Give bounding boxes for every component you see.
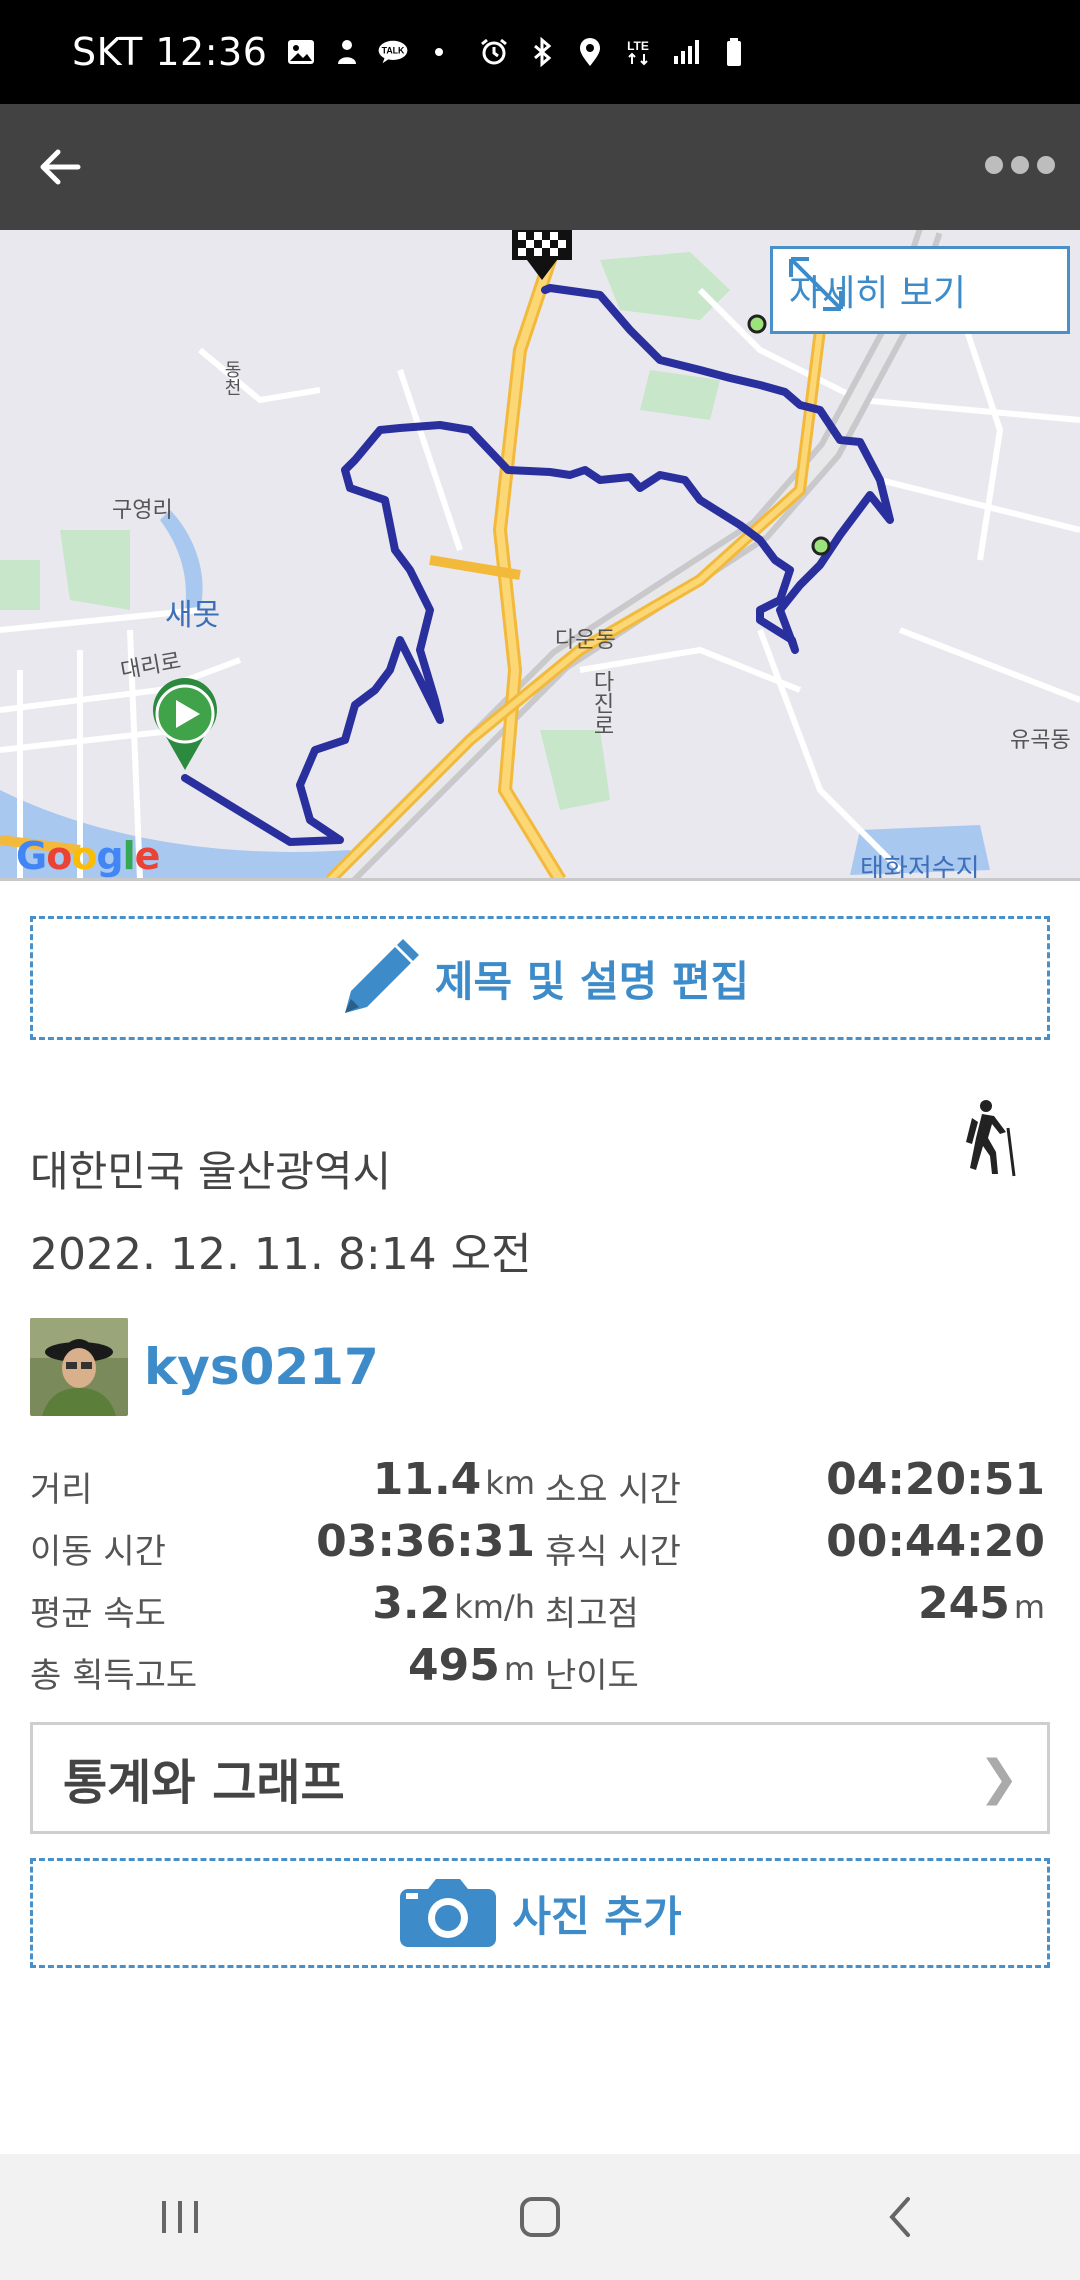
stat-rest-time-label: 휴식 시간 — [545, 1532, 681, 1572]
stat-distance-label: 거리 — [30, 1470, 93, 1510]
edit-title-description-button[interactable]: 제목 및 설명 편집 — [30, 916, 1050, 1040]
stat-total-ascent-value: 495 m — [408, 1640, 535, 1691]
status-right-icons: LTE — [478, 36, 750, 68]
camera-icon — [400, 1879, 497, 1947]
system-navigation-bar — [0, 2154, 1080, 2280]
map-label-road-vertical: 동천 — [221, 360, 242, 396]
nav-back-button[interactable] — [820, 2154, 980, 2280]
stat-total-time-label: 소요 시간 — [545, 1470, 681, 1510]
recent-apps-button[interactable] — [100, 2154, 260, 2280]
stat-avg-speed-label: 평균 속도 — [30, 1594, 166, 1634]
view-detail-button[interactable]: 자세히 보기 — [770, 246, 1070, 334]
stat-rest-time-value: 00:44:20 — [826, 1516, 1045, 1567]
more-options-button[interactable] — [960, 104, 1080, 230]
map-label-taehwa: 태화저수지 — [860, 854, 980, 880]
stat-avg-speed-value: 3.2 km/h — [372, 1578, 535, 1629]
stat-moving-time-value: 03:36:31 — [316, 1516, 535, 1567]
finish-marker — [512, 230, 572, 280]
stat-avg-speed-unit: km/h — [454, 1588, 535, 1626]
activity-datetime: 2022. 12. 11. 8:14 오전 — [30, 1229, 532, 1280]
stat-moving-time-label: 이동 시간 — [30, 1532, 166, 1572]
stat-avg-speed-number: 3.2 — [372, 1578, 451, 1629]
stat-max-altitude-unit: m — [1013, 1588, 1045, 1626]
stat-difficulty-label: 난이도 — [545, 1656, 639, 1696]
hiking-icon — [958, 1098, 1018, 1182]
status-bar: SKT 12:36 TALK LTE — [0, 0, 1080, 104]
nav-back-icon — [889, 2197, 910, 2237]
status-carrier-time: SKT 12:36 — [72, 30, 268, 74]
home-icon — [520, 2197, 560, 2237]
username[interactable]: kys0217 — [144, 1338, 379, 1396]
stat-total-ascent-number: 495 — [407, 1640, 500, 1691]
stat-total-ascent-unit: m — [503, 1650, 535, 1688]
add-photo-label: 사진 추가 — [512, 1891, 682, 1941]
recent-apps-icon — [162, 2201, 198, 2233]
start-marker — [153, 678, 217, 770]
status-left-icons: TALK — [285, 36, 455, 68]
signal-icon — [674, 40, 699, 64]
stat-max-altitude-number: 245 — [917, 1578, 1010, 1629]
map-label-saemot: 새못 — [165, 598, 221, 633]
stats-graph-button[interactable]: 통계와 그래프 ❯ — [30, 1722, 1050, 1834]
stat-max-altitude-label: 최고점 — [545, 1594, 639, 1634]
expand-icon — [789, 257, 843, 311]
gallery-icon — [288, 40, 315, 64]
map-label-dawundong: 다운동 — [555, 628, 616, 653]
location-icon — [580, 38, 600, 66]
app-toolbar — [0, 104, 1080, 230]
back-button[interactable] — [0, 104, 120, 230]
bluetooth-icon — [534, 36, 552, 68]
home-button[interactable] — [460, 2154, 620, 2280]
dot-icon — [435, 48, 444, 56]
chevron-right-icon: ❯ — [978, 1750, 1019, 1806]
arrow-left-icon — [40, 149, 81, 185]
battery-icon — [727, 38, 741, 66]
route-map[interactable]: 구영리 새못 대리로 다운동 다진로 유곡동 태화저수지 동천 자세히 보기 G… — [0, 230, 1080, 880]
stat-distance-number: 11.4 — [372, 1454, 482, 1505]
notification-icon — [338, 40, 357, 64]
map-label-guyeongri: 구영리 — [112, 498, 173, 523]
map-divider — [0, 878, 1080, 881]
alarm-icon — [481, 38, 507, 65]
stat-distance-unit: km — [485, 1464, 535, 1502]
map-label-yugokdong: 유곡동 — [1010, 728, 1071, 753]
avatar[interactable] — [30, 1318, 128, 1416]
user-row[interactable]: kys0217 — [30, 1318, 379, 1416]
svg-text:TALK: TALK — [382, 46, 405, 56]
google-logo: Google — [16, 834, 160, 878]
kakaotalk-icon: TALK — [378, 40, 408, 64]
more-dots-icon — [981, 156, 1059, 178]
edit-title-description-label: 제목 및 설명 편집 — [434, 956, 750, 1006]
lte-icon: LTE — [627, 39, 649, 66]
stats-graph-label: 통계와 그래프 — [63, 1755, 345, 1811]
map-label-dajinro: 다진로 — [589, 670, 614, 736]
svg-text:LTE: LTE — [627, 39, 649, 53]
stat-max-altitude-value: 245 m — [918, 1578, 1045, 1629]
stat-total-ascent-label: 총 획득고도 — [30, 1656, 198, 1696]
pencil-icon — [344, 939, 419, 1013]
stat-distance-value: 11.4 km — [373, 1454, 535, 1505]
stat-total-time-value: 04:20:51 — [826, 1454, 1045, 1505]
add-photo-button[interactable]: 사진 추가 — [30, 1858, 1050, 1968]
activity-location: 대한민국 울산광역시 — [30, 1147, 392, 1196]
